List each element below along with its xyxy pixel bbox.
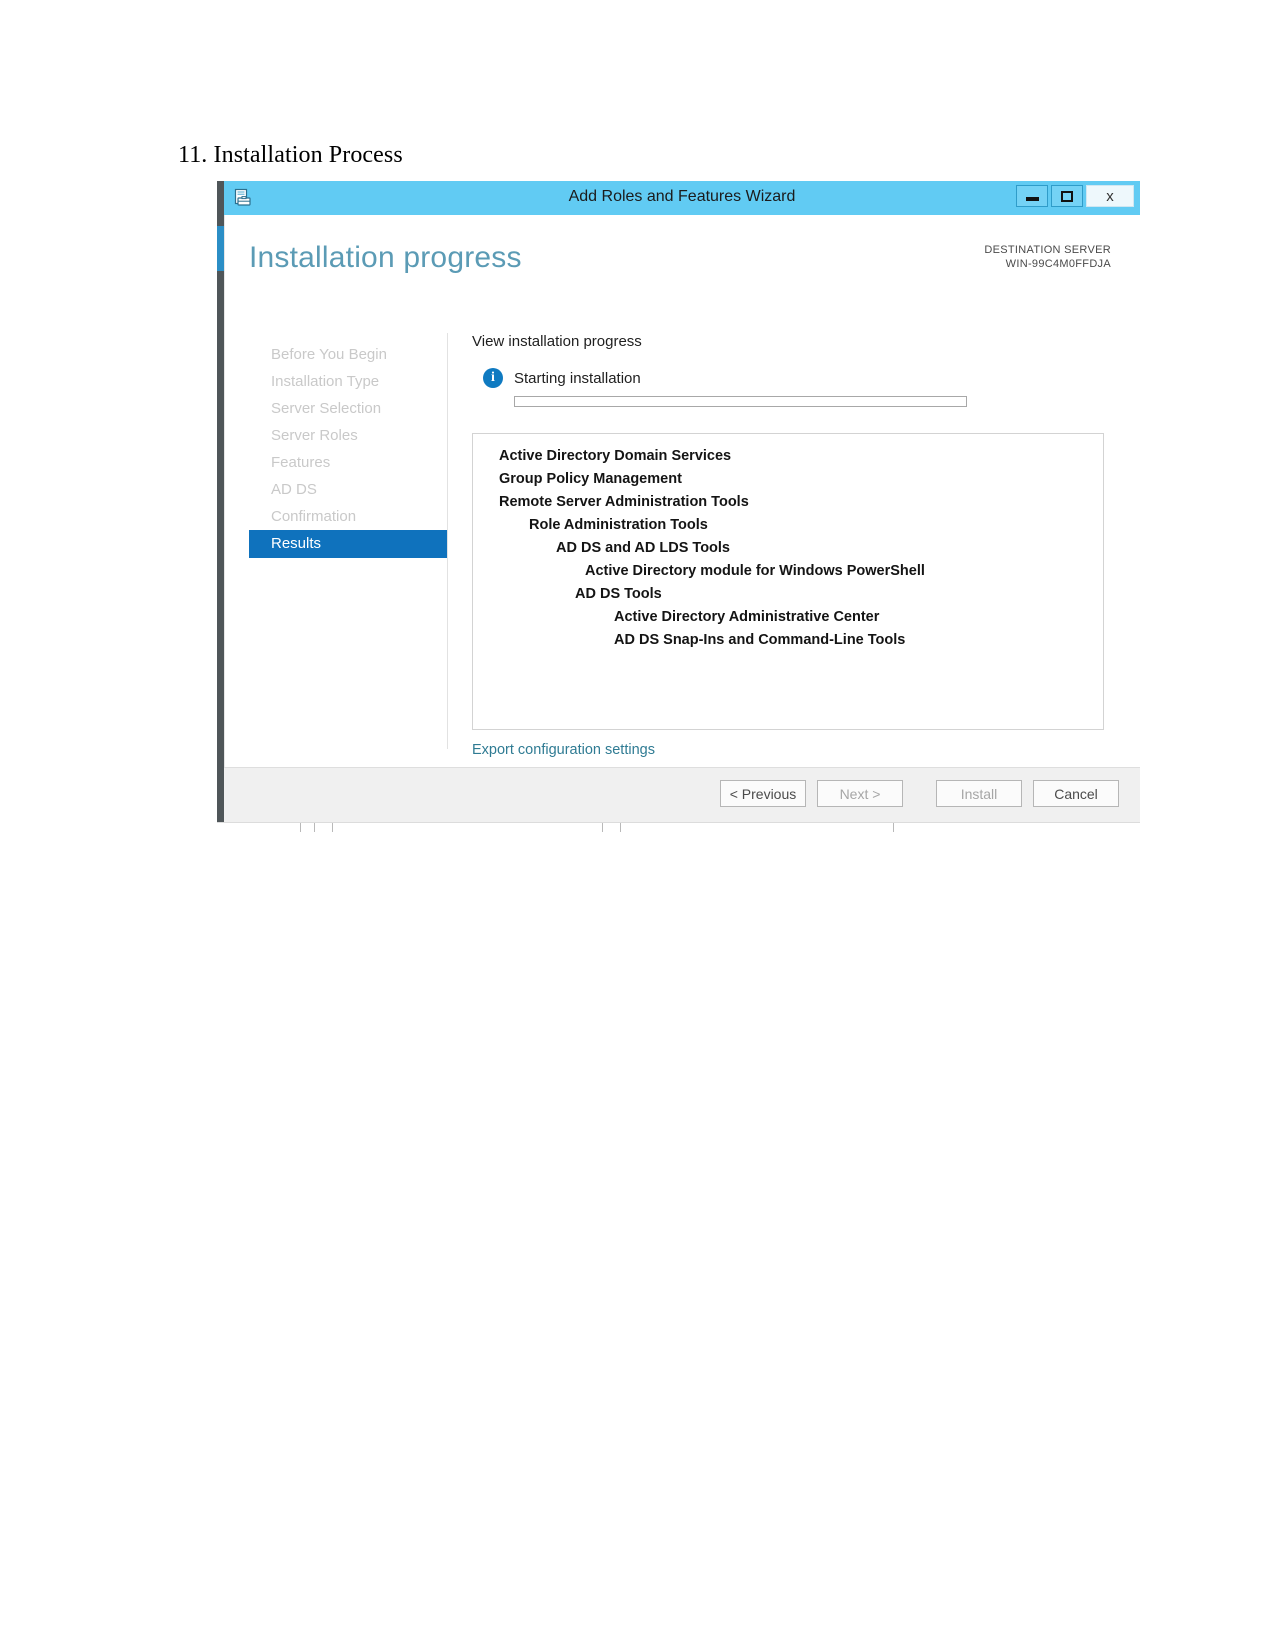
wizard-page-title: Installation progress xyxy=(249,241,522,274)
wizard-step-nav: Before You Begin Installation Type Serve… xyxy=(249,341,447,558)
window-titlebar[interactable]: Add Roles and Features Wizard x xyxy=(224,181,1140,215)
wizard-body: Installation progress DESTINATION SERVER… xyxy=(224,215,1140,822)
list-item: Remote Server Administration Tools xyxy=(499,494,749,510)
destination-server-name: WIN-99C4M0FFDJA xyxy=(1005,258,1111,270)
info-icon: i xyxy=(483,368,503,388)
list-item: Role Administration Tools xyxy=(529,517,708,533)
wizard-page-header: Installation progress DESTINATION SERVER… xyxy=(225,215,1140,291)
wizard-footer: < Previous Next > Install Cancel xyxy=(224,767,1140,822)
previous-button[interactable]: < Previous xyxy=(720,780,806,807)
minimize-icon xyxy=(1025,197,1039,201)
sidebar-item-ad-ds[interactable]: AD DS xyxy=(249,476,447,503)
sidebar-item-installation-type[interactable]: Installation Type xyxy=(249,368,447,395)
list-item: Active Directory Administrative Center xyxy=(614,609,880,625)
status-text: Starting installation xyxy=(514,369,641,387)
tick-mark xyxy=(893,823,894,832)
add-roles-and-features-wizard-window: Add Roles and Features Wizard x Installa… xyxy=(217,181,1140,832)
minimize-button[interactable] xyxy=(1016,185,1048,207)
section-label: View installation progress xyxy=(472,333,642,350)
destination-server-block: DESTINATION SERVER WIN-99C4M0FFDJA xyxy=(984,243,1111,271)
list-item: Group Policy Management xyxy=(499,471,682,487)
nav-divider xyxy=(447,333,448,749)
export-configuration-settings-link[interactable]: Export configuration settings xyxy=(472,742,655,758)
install-button[interactable]: Install xyxy=(936,780,1022,807)
tick-mark xyxy=(314,823,315,832)
sidebar-item-confirmation[interactable]: Confirmation xyxy=(249,503,447,530)
tick-mark xyxy=(300,823,301,832)
background-left-strip-accent xyxy=(217,226,224,271)
maximize-button[interactable] xyxy=(1051,185,1083,207)
installation-progress-panel: View installation progress i Starting in… xyxy=(472,333,1115,759)
status-row: i Starting installation xyxy=(472,368,1115,388)
list-item: Active Directory Domain Services xyxy=(499,448,732,464)
sidebar-item-results[interactable]: Results xyxy=(249,530,447,558)
background-left-strip xyxy=(217,181,224,831)
progress-bar-track xyxy=(514,396,967,407)
tick-mark xyxy=(332,823,333,832)
list-item: Active Directory module for Windows Powe… xyxy=(585,563,925,579)
next-button[interactable]: Next > xyxy=(817,780,903,807)
cancel-button[interactable]: Cancel xyxy=(1033,780,1119,807)
list-item: AD DS and AD LDS Tools xyxy=(556,540,730,556)
close-button[interactable]: x xyxy=(1086,185,1134,207)
sidebar-item-server-selection[interactable]: Server Selection xyxy=(249,395,447,422)
page-title: 11. Installation Process xyxy=(178,142,403,168)
sidebar-item-before-you-begin[interactable]: Before You Begin xyxy=(249,341,447,368)
tick-mark xyxy=(620,823,621,832)
destination-server-label: DESTINATION SERVER xyxy=(984,244,1111,256)
tick-mark xyxy=(602,823,603,832)
maximize-icon xyxy=(1061,190,1073,202)
background-bottom-strip xyxy=(217,822,1140,832)
installed-features-list[interactable]: Active Directory Domain Services Group P… xyxy=(472,433,1104,730)
window-title: Add Roles and Features Wizard xyxy=(568,188,796,205)
window-controls: x xyxy=(1016,185,1134,207)
list-item: AD DS Snap-Ins and Command-Line Tools xyxy=(614,632,906,648)
sidebar-item-features[interactable]: Features xyxy=(249,449,447,476)
sidebar-item-server-roles[interactable]: Server Roles xyxy=(249,422,447,449)
list-item: AD DS Tools xyxy=(575,586,662,602)
footer-buttons: < Previous Next > Install Cancel xyxy=(720,780,1119,807)
